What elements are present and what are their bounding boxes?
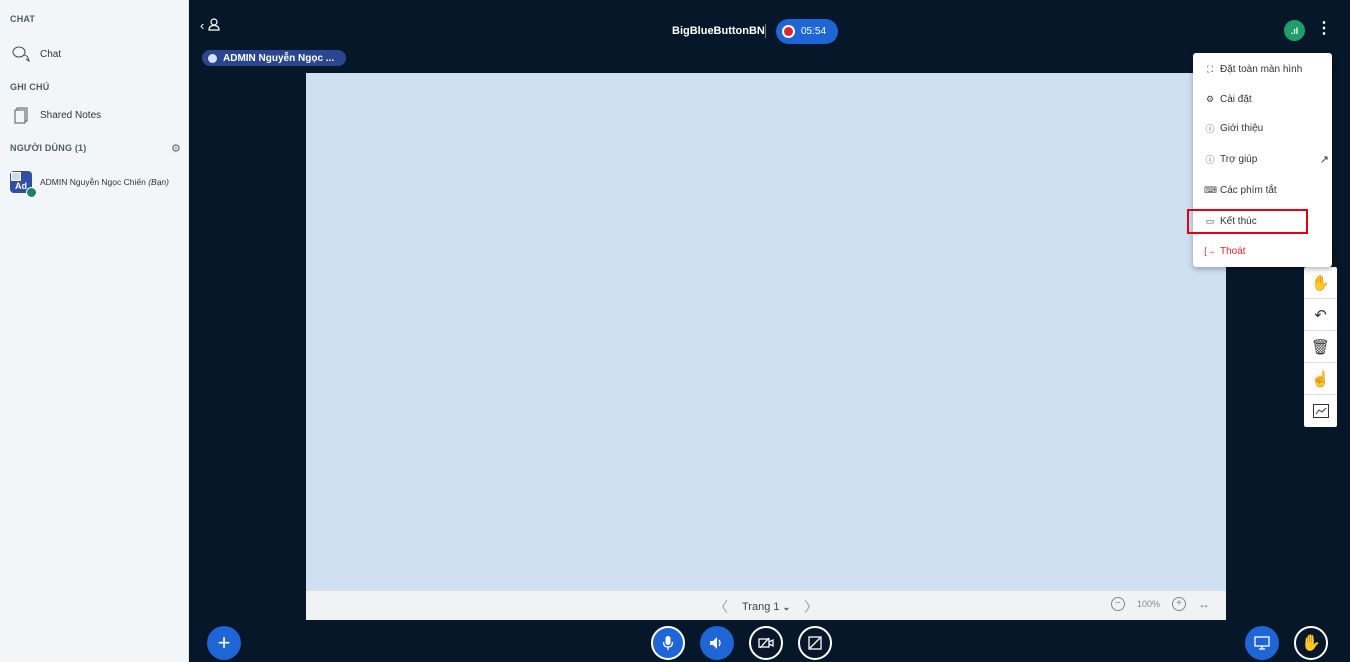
user-list-item[interactable]: Ad ADMIN Nguyễn Ngọc Chiến (Bạn)	[10, 168, 185, 198]
notes-icon	[8, 107, 34, 124]
menu-item-settings[interactable]: ⚙ Cài đặt	[1204, 90, 1252, 108]
signal-bars-icon[interactable]: .ıl	[1284, 20, 1305, 41]
whiteboard-toolbar: ✋ ↶ 🗑 ☝	[1304, 267, 1337, 427]
pointer-hand-icon[interactable]: ☝	[1304, 363, 1337, 395]
keyboard-icon: ⌨	[1204, 184, 1217, 195]
menu-item-shortcuts[interactable]: ⌨ Các phím tắt	[1204, 181, 1277, 199]
camera-off-button[interactable]	[749, 626, 783, 660]
zoom-level: 100%	[1136, 599, 1160, 609]
zoom-out-icon[interactable]: −	[1110, 597, 1125, 611]
zoom-in-icon[interactable]: +	[1172, 597, 1186, 611]
undo-icon[interactable]: ↶	[1304, 299, 1337, 331]
you-tag: (Bạn)	[148, 177, 169, 187]
chart-icon[interactable]	[1304, 395, 1337, 426]
talking-indicator[interactable]: ADMIN Nguyễn Ngọc ...	[202, 50, 347, 66]
page-select[interactable]: Trang 1 ⌄	[742, 601, 790, 613]
menu-item-help[interactable]: ⓘ Trợ giúp ↗	[1204, 150, 1329, 168]
avatar: Ad	[10, 171, 37, 198]
menu-item-about[interactable]: ⓘ Giới thiệu	[1204, 119, 1263, 137]
notes-section-title: GHI CHÚ	[10, 82, 50, 92]
record-time: 05:54	[801, 26, 827, 37]
settings-icon: ⚙	[1205, 93, 1215, 104]
recording-indicator[interactable]: 05:54	[776, 19, 838, 44]
main-area: ‹ ADMIN Nguyễn Ngọc ... BigBlueButtonBN …	[189, 0, 1350, 662]
menu-item-logout[interactable]: [→ Thoát	[1204, 242, 1245, 260]
options-menu-icon[interactable]: ⋮	[1316, 18, 1332, 38]
presentation-toolbar: 〈 Trang 1 ⌄ 〉 − 100% + ↔	[306, 590, 1226, 620]
screenshare-off-button[interactable]	[798, 626, 832, 660]
chat-section-title: CHAT	[10, 14, 36, 24]
menu-item-fullscreen[interactable]: ⛶ Đặt toàn màn hình	[1204, 60, 1302, 78]
meeting-title: BigBlueButtonBN	[672, 25, 765, 37]
sidebar-item-shared-notes[interactable]: Shared Notes	[8, 102, 180, 128]
raise-hand-button[interactable]: ✋	[1294, 626, 1328, 660]
highlight-box	[1187, 209, 1308, 234]
divider	[765, 24, 766, 38]
next-slide-icon[interactable]: 〉	[804, 597, 818, 617]
help-icon: ⓘ	[1205, 154, 1215, 165]
toggle-user-list-icon[interactable]: ‹	[200, 18, 220, 33]
record-icon	[782, 25, 795, 38]
presentation-toggle-button[interactable]	[1245, 626, 1279, 660]
chat-icon	[8, 46, 34, 62]
fit-width-icon[interactable]: ↔	[1198, 597, 1210, 611]
users-section-title: NGƯỜI DÙNG (1)	[10, 143, 87, 153]
sidebar: CHAT Chat GHI CHÚ Shared Notes NGƯỜI DÙN…	[0, 0, 189, 662]
prev-slide-icon[interactable]: 〈	[714, 597, 728, 617]
logout-icon: [→	[1204, 246, 1216, 256]
external-link-icon: ↗	[1319, 153, 1329, 166]
user-name: ADMIN Nguyễn Ngọc Chiến	[40, 177, 146, 187]
presenter-badge-icon	[11, 172, 21, 181]
presentation-slide[interactable]	[306, 73, 1226, 590]
zoom-controls: − 100% + ↔	[1110, 597, 1210, 611]
info-icon: ⓘ	[1205, 123, 1215, 134]
hand-pan-icon[interactable]: ✋	[1304, 267, 1337, 299]
sidebar-item-chat[interactable]: Chat	[8, 41, 180, 67]
voice-status-icon	[26, 187, 37, 198]
users-settings-gear-icon[interactable]: ⚙	[171, 142, 181, 155]
microphone-button[interactable]	[651, 626, 685, 660]
trash-icon[interactable]: 🗑	[1304, 331, 1337, 363]
options-menu: ⛶ Đặt toàn màn hình ⚙ Cài đặt ⓘ Giới thiệu …	[1193, 53, 1332, 267]
actions-plus-icon[interactable]: +	[207, 626, 241, 660]
pager: 〈 Trang 1 ⌄ 〉	[714, 597, 818, 617]
shared-notes-label: Shared Notes	[40, 109, 102, 121]
microphone-icon	[208, 53, 217, 63]
fullscreen-icon: ⛶	[1206, 63, 1214, 74]
chat-label: Chat	[40, 48, 62, 60]
speaker-button[interactable]	[700, 626, 734, 660]
